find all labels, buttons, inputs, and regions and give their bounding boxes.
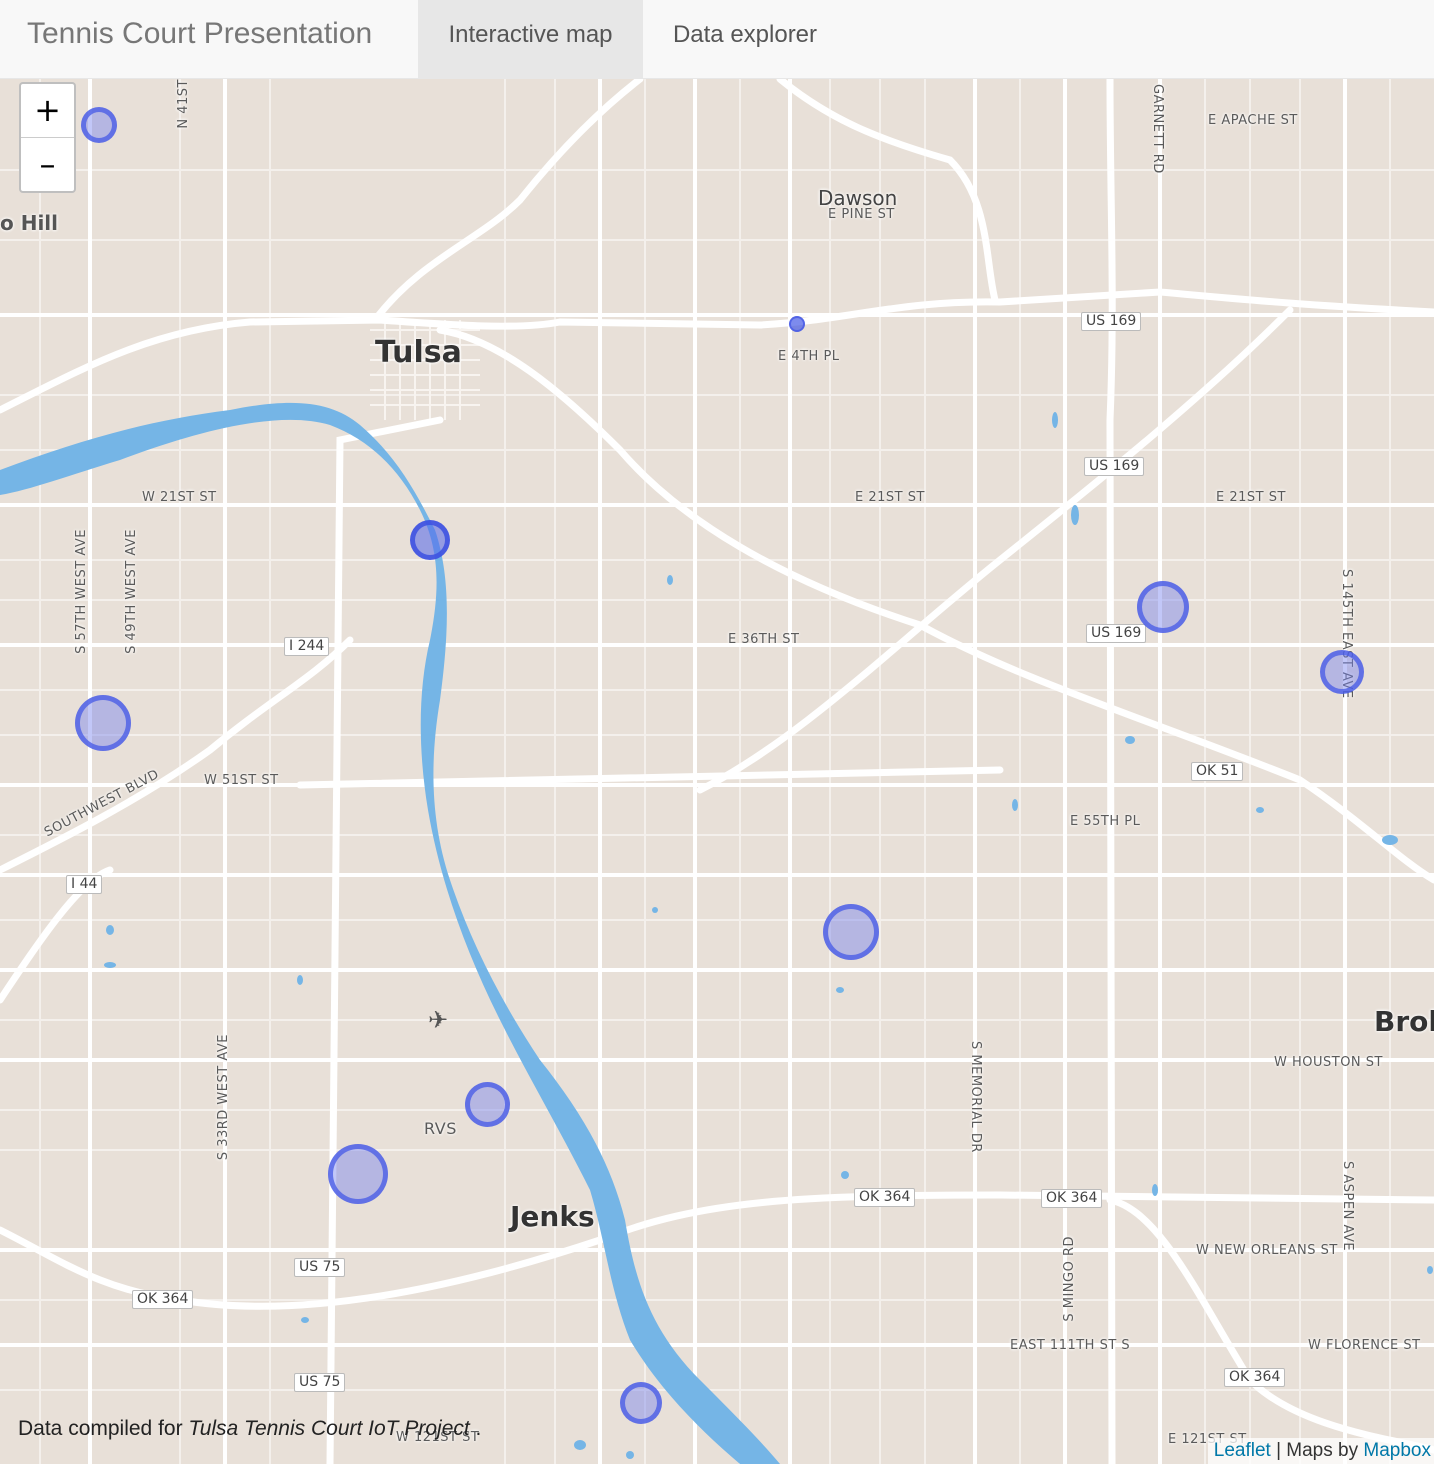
city-label-tulsa: Tulsa xyxy=(375,335,462,370)
street-label-s-memorial: S MEMORIAL DR xyxy=(968,1041,983,1153)
caption-prefix: Data compiled for xyxy=(18,1417,189,1440)
street-label-e-apache: E APACHE ST xyxy=(1208,113,1298,128)
court-marker[interactable] xyxy=(620,1382,662,1424)
caption-suffix: . xyxy=(469,1417,482,1440)
airport-icon: ✈ xyxy=(428,1007,449,1034)
street-label-e-4th: E 4TH PL xyxy=(778,349,840,364)
app-brand[interactable]: Tennis Court Presentation xyxy=(27,16,372,52)
street-label-e-55th: E 55TH PL xyxy=(1070,814,1141,829)
zoom-control: + – xyxy=(19,82,76,193)
street-label-w-houston: W HOUSTON ST xyxy=(1274,1055,1383,1070)
street-label-garnett: GARNETT RD xyxy=(1150,84,1165,174)
court-marker[interactable] xyxy=(1137,581,1189,633)
street-label-w-51st: W 51ST ST xyxy=(204,773,279,788)
tab-interactive-map[interactable]: Interactive map xyxy=(418,0,643,78)
navbar: Tennis Court Presentation Interactive ma… xyxy=(0,0,1434,79)
city-label-jenks: Jenks xyxy=(510,1200,595,1233)
shield-ok364: OK 364 xyxy=(854,1188,916,1207)
street-label-w-21st: W 21ST ST xyxy=(142,490,217,505)
city-label-hill: o Hill xyxy=(0,211,59,235)
street-label-e-pine: E PINE ST xyxy=(828,207,895,222)
shield-ok364: OK 364 xyxy=(1224,1368,1286,1387)
street-label-e-21st-east: E 21ST ST xyxy=(1216,490,1286,505)
court-marker[interactable] xyxy=(465,1082,510,1127)
street-label-e-36th: E 36TH ST xyxy=(728,632,800,647)
attribution-separator: | Maps by xyxy=(1270,1440,1364,1461)
shield-us75: US 75 xyxy=(294,1258,346,1277)
court-marker[interactable] xyxy=(328,1144,388,1204)
shield-ok364: OK 364 xyxy=(132,1290,194,1309)
court-marker[interactable] xyxy=(823,904,879,960)
court-marker[interactable] xyxy=(75,695,131,751)
street-label-s-33rd: S 33RD WEST AVE xyxy=(216,1034,231,1161)
street-label-s-mingo: S MINGO RD xyxy=(1062,1236,1077,1322)
map-caption: Data compiled for Tulsa Tennis Court IoT… xyxy=(18,1417,481,1441)
shield-ok364: OK 364 xyxy=(1041,1189,1103,1208)
street-label-s-aspen: S ASPEN AVE xyxy=(1340,1161,1355,1252)
shield-i44: I 44 xyxy=(66,875,103,894)
street-label-east-111th: EAST 111TH ST S xyxy=(1010,1338,1131,1353)
street-label-s-57th: S 57TH WEST AVE xyxy=(74,529,89,654)
airport-label-rvs: RVS xyxy=(424,1119,457,1138)
street-label-n-41st: N 41ST xyxy=(176,79,191,129)
court-marker[interactable] xyxy=(81,107,117,143)
shield-us169: US 169 xyxy=(1086,624,1147,643)
street-label-w-florence: W FLORENCE ST xyxy=(1308,1338,1421,1353)
caption-project: Tulsa Tennis Court IoT Project xyxy=(188,1417,470,1440)
tab-data-explorer[interactable]: Data explorer xyxy=(643,0,847,78)
street-label-w-new-orleans: W NEW ORLEANS ST xyxy=(1196,1243,1338,1258)
zoom-out-button[interactable]: – xyxy=(21,138,74,191)
court-marker[interactable] xyxy=(1320,650,1364,694)
street-label-e-21st: E 21ST ST xyxy=(855,490,925,505)
street-label-s-49th: S 49TH WEST AVE xyxy=(124,529,139,654)
court-marker[interactable] xyxy=(789,316,805,332)
mapbox-link[interactable]: Mapbox xyxy=(1363,1440,1431,1461)
shield-i244: I 244 xyxy=(284,637,330,656)
map-container[interactable]: Tulsa Jenks Dawson Brok o Hill RVS ✈ E A… xyxy=(0,79,1434,1464)
shield-us169: US 169 xyxy=(1084,457,1145,476)
leaflet-link[interactable]: Leaflet xyxy=(1214,1440,1271,1461)
court-marker[interactable] xyxy=(410,520,450,560)
shield-us75: US 75 xyxy=(294,1373,346,1392)
shield-us169: US 169 xyxy=(1081,312,1142,331)
zoom-in-button[interactable]: + xyxy=(21,84,74,138)
shield-ok51: OK 51 xyxy=(1191,762,1244,781)
map-attribution: Leaflet | Maps by Mapbox xyxy=(1207,1438,1434,1464)
city-label-broken: Brok xyxy=(1374,1005,1434,1038)
